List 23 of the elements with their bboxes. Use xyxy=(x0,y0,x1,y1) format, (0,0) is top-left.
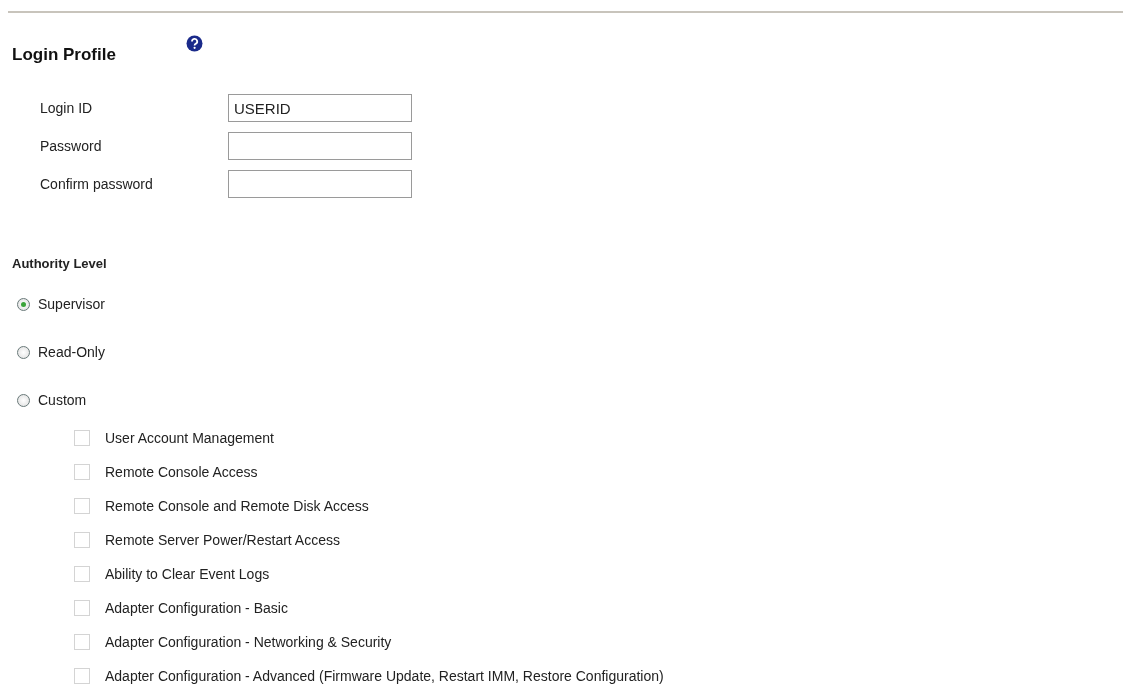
checkbox-label: Ability to Clear Event Logs xyxy=(105,566,270,582)
checkbox-label: Adapter Configuration - Advanced (Firmware Update, Restart IMM, Restore Configuration) xyxy=(105,668,664,684)
field-label: Login ID xyxy=(40,100,94,116)
help-icon[interactable] xyxy=(185,35,203,52)
radio-label: Supervisor xyxy=(38,296,105,312)
radio-label: Custom xyxy=(38,392,87,408)
radio-button[interactable] xyxy=(17,345,30,359)
field-label: Confirm password xyxy=(40,176,154,192)
checkbox-label: Remote Console and Remote Disk Access xyxy=(105,498,369,514)
radio-button[interactable] xyxy=(17,393,30,407)
checkbox-label: Remote Console Access xyxy=(105,464,258,480)
text-field[interactable] xyxy=(228,170,412,198)
checkbox-label: Adapter Configuration - Basic xyxy=(105,600,288,616)
checkbox-label: Remote Server Power/Restart Access xyxy=(105,532,340,548)
checkbox-label: User Account Management xyxy=(105,430,274,446)
text-field[interactable]: USERID xyxy=(228,94,412,122)
section-title: Login Profile xyxy=(12,45,116,65)
section-heading: Authority Level xyxy=(12,256,108,271)
checkbox-label: Adapter Configuration - Networking & Security xyxy=(105,634,392,650)
radio-label: Read-Only xyxy=(38,344,105,360)
field-label: Password xyxy=(40,138,103,154)
radio-button[interactable] xyxy=(17,297,30,311)
text-field[interactable] xyxy=(228,132,412,160)
